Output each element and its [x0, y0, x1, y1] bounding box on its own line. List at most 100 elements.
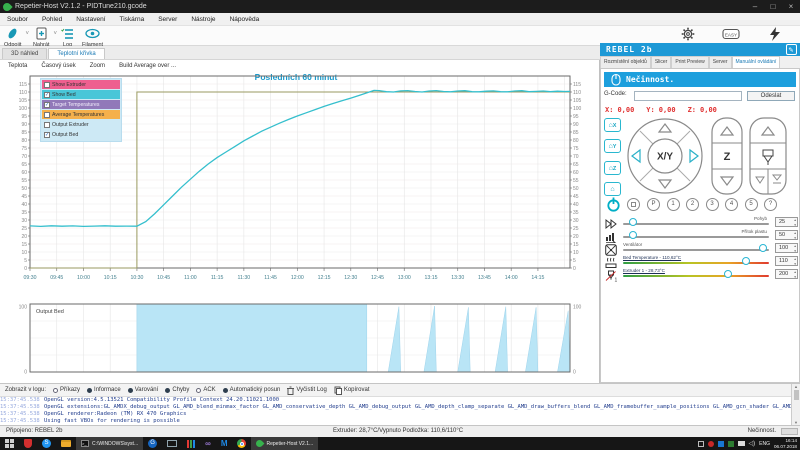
log-filter-ack[interactable]: ACK: [196, 387, 215, 393]
legend-item[interactable]: Average Temperatures: [42, 110, 120, 119]
power-button[interactable]: [606, 197, 621, 212]
legend-item[interactable]: ✓Show Bed: [42, 90, 120, 99]
svg-text:25: 25: [21, 226, 27, 232]
slider-track[interactable]: [623, 223, 769, 225]
filament-button[interactable]: Filament: [78, 26, 107, 48]
slider-track[interactable]: [623, 236, 769, 238]
preset-button-1[interactable]: 1: [667, 198, 680, 211]
legend-item[interactable]: Output Extruder: [42, 120, 120, 129]
log-row: 15:37:45.538OpenGL version:4.5.13521 Com…: [0, 397, 791, 404]
log-filter-automatick-posun[interactable]: Automatický posun: [223, 387, 281, 393]
preset-button-3[interactable]: 3: [706, 198, 719, 211]
minimize-button[interactable]: –: [746, 2, 764, 11]
preset-button-?[interactable]: ?: [764, 198, 777, 211]
legend-checkbox[interactable]: [44, 112, 50, 118]
legend-checkbox[interactable]: ✓: [44, 102, 50, 108]
close-button[interactable]: ×: [782, 2, 800, 11]
visual-studio-icon[interactable]: ∞: [200, 437, 216, 450]
log-filter-chyby[interactable]: Chyby: [165, 387, 189, 393]
home-all-button[interactable]: ⌂: [604, 182, 621, 196]
m-app-icon[interactable]: M: [216, 437, 233, 450]
rp-tab-print-preview[interactable]: Print Preview: [671, 56, 708, 68]
slider-thumb[interactable]: [759, 244, 767, 252]
slider-thumb[interactable]: [742, 257, 750, 265]
z-jog-pad[interactable]: Z: [711, 117, 743, 195]
tray-up-icon[interactable]: [698, 441, 704, 447]
load-button[interactable]: Nahrát: [29, 26, 54, 48]
edit-printer-icon[interactable]: ✎: [786, 44, 797, 55]
tray-green-icon[interactable]: [728, 441, 734, 447]
menu-item[interactable]: Nastavení: [69, 16, 112, 23]
disconnect-button[interactable]: Odpojit: [0, 26, 25, 48]
log-filter-informace[interactable]: Informace: [87, 387, 121, 393]
slider-value-spinner[interactable]: 25▴ ▾: [775, 217, 798, 227]
slider-value-spinner[interactable]: 110▴ ▾: [775, 256, 798, 266]
slider-value-spinner[interactable]: 200▴ ▾: [775, 269, 798, 279]
log-button[interactable]: Log: [57, 26, 78, 48]
skype-icon[interactable]: S: [37, 437, 56, 450]
g-app-icon[interactable]: G: [143, 437, 162, 450]
rp-tab-slicer[interactable]: Slicer: [651, 56, 672, 68]
preset-button-4[interactable]: 4: [725, 198, 738, 211]
maximize-button[interactable]: □: [764, 2, 782, 11]
start-button[interactable]: [0, 437, 19, 450]
slider-track[interactable]: [623, 275, 769, 277]
slider-thumb[interactable]: [724, 270, 732, 278]
gcode-input[interactable]: [634, 91, 742, 101]
home-z-button[interactable]: ⌂Z: [604, 161, 621, 175]
legend-item[interactable]: ✓Target Temperatures: [42, 100, 120, 109]
legend-checkbox[interactable]: [44, 122, 50, 128]
rp-tab-manu-ln-ovl-d-n-[interactable]: Manuální ovládání: [732, 56, 781, 68]
tray-blue-icon[interactable]: [718, 441, 724, 447]
extruder-jog-pad[interactable]: [749, 117, 787, 195]
menu-item[interactable]: Soubor: [0, 16, 35, 23]
preset-button-5[interactable]: 5: [745, 198, 758, 211]
legend-checkbox[interactable]: ✓: [44, 92, 50, 98]
send-gcode-button[interactable]: Odeslat: [747, 91, 795, 101]
home-y-button[interactable]: ⌂Y: [604, 139, 621, 153]
menu-item[interactable]: Nástroje: [184, 16, 222, 23]
repetier-host-taskbar-button[interactable]: Repetier-Host V2.1...: [251, 437, 318, 450]
preset-button-p[interactable]: P: [647, 198, 660, 211]
file-explorer-icon[interactable]: [56, 437, 76, 450]
svg-text:5: 5: [24, 258, 27, 264]
log-filter-varov-n-[interactable]: Varování: [128, 387, 159, 393]
motors-off-button[interactable]: [627, 198, 640, 211]
antivirus-icon[interactable]: [19, 437, 37, 450]
tab-temperature-curve[interactable]: Teplotní křivka: [48, 48, 104, 59]
slider-thumb[interactable]: [629, 218, 637, 226]
menu-item[interactable]: Tiskárna: [113, 16, 152, 23]
tray-red-icon[interactable]: [708, 441, 714, 447]
taskbar-clock[interactable]: 16:1406.07.2018: [774, 438, 797, 449]
cmd-window-button[interactable]: >_C:\WINDOWS\syst...: [76, 437, 143, 450]
slider-value-spinner[interactable]: 50▴ ▾: [775, 230, 798, 240]
legend-checkbox[interactable]: ✓: [44, 132, 50, 138]
copy-log-button[interactable]: Kopírovat: [334, 386, 370, 395]
xy-jog-pad[interactable]: X/Y: [625, 117, 705, 195]
slider-thumb[interactable]: [629, 231, 637, 239]
rp-tab-server[interactable]: Server: [709, 56, 732, 68]
log-scrollbar[interactable]: ▲▼: [791, 384, 800, 425]
rp-tab-rozm-st-n-objekt-[interactable]: Rozmístění objektů: [600, 56, 651, 68]
legend-item[interactable]: ✓Output Bed: [42, 130, 120, 139]
menu-item[interactable]: Nápověda: [223, 16, 267, 23]
slider-track[interactable]: [623, 249, 769, 251]
log-filter-p-kazy[interactable]: Příkazy: [53, 387, 80, 393]
remote-desktop-icon[interactable]: [162, 437, 182, 450]
home-x-button[interactable]: ⌂X: [604, 118, 621, 132]
legend-item[interactable]: Show Extruder: [42, 80, 120, 89]
volume-icon[interactable]: ◁): [749, 440, 756, 447]
menu-item[interactable]: Pohled: [35, 16, 69, 23]
log-output[interactable]: 15:37:45.538OpenGL version:4.5.13521 Com…: [0, 397, 791, 425]
slider-value-spinner[interactable]: 100▴ ▾: [775, 243, 798, 253]
clear-log-button[interactable]: Vyčistit Log: [287, 386, 326, 395]
chrome-icon[interactable]: [232, 437, 251, 450]
output-bed-chart[interactable]: 10010000Output Bed: [4, 300, 596, 380]
media-app-icon[interactable]: [182, 437, 200, 450]
tab-3d-view[interactable]: 3D náhled: [2, 48, 47, 59]
menu-item[interactable]: Server: [151, 16, 184, 23]
legend-checkbox[interactable]: [44, 82, 50, 88]
preset-button-2[interactable]: 2: [686, 198, 699, 211]
language-indicator[interactable]: ENG: [759, 441, 770, 447]
network-icon[interactable]: [738, 441, 745, 446]
